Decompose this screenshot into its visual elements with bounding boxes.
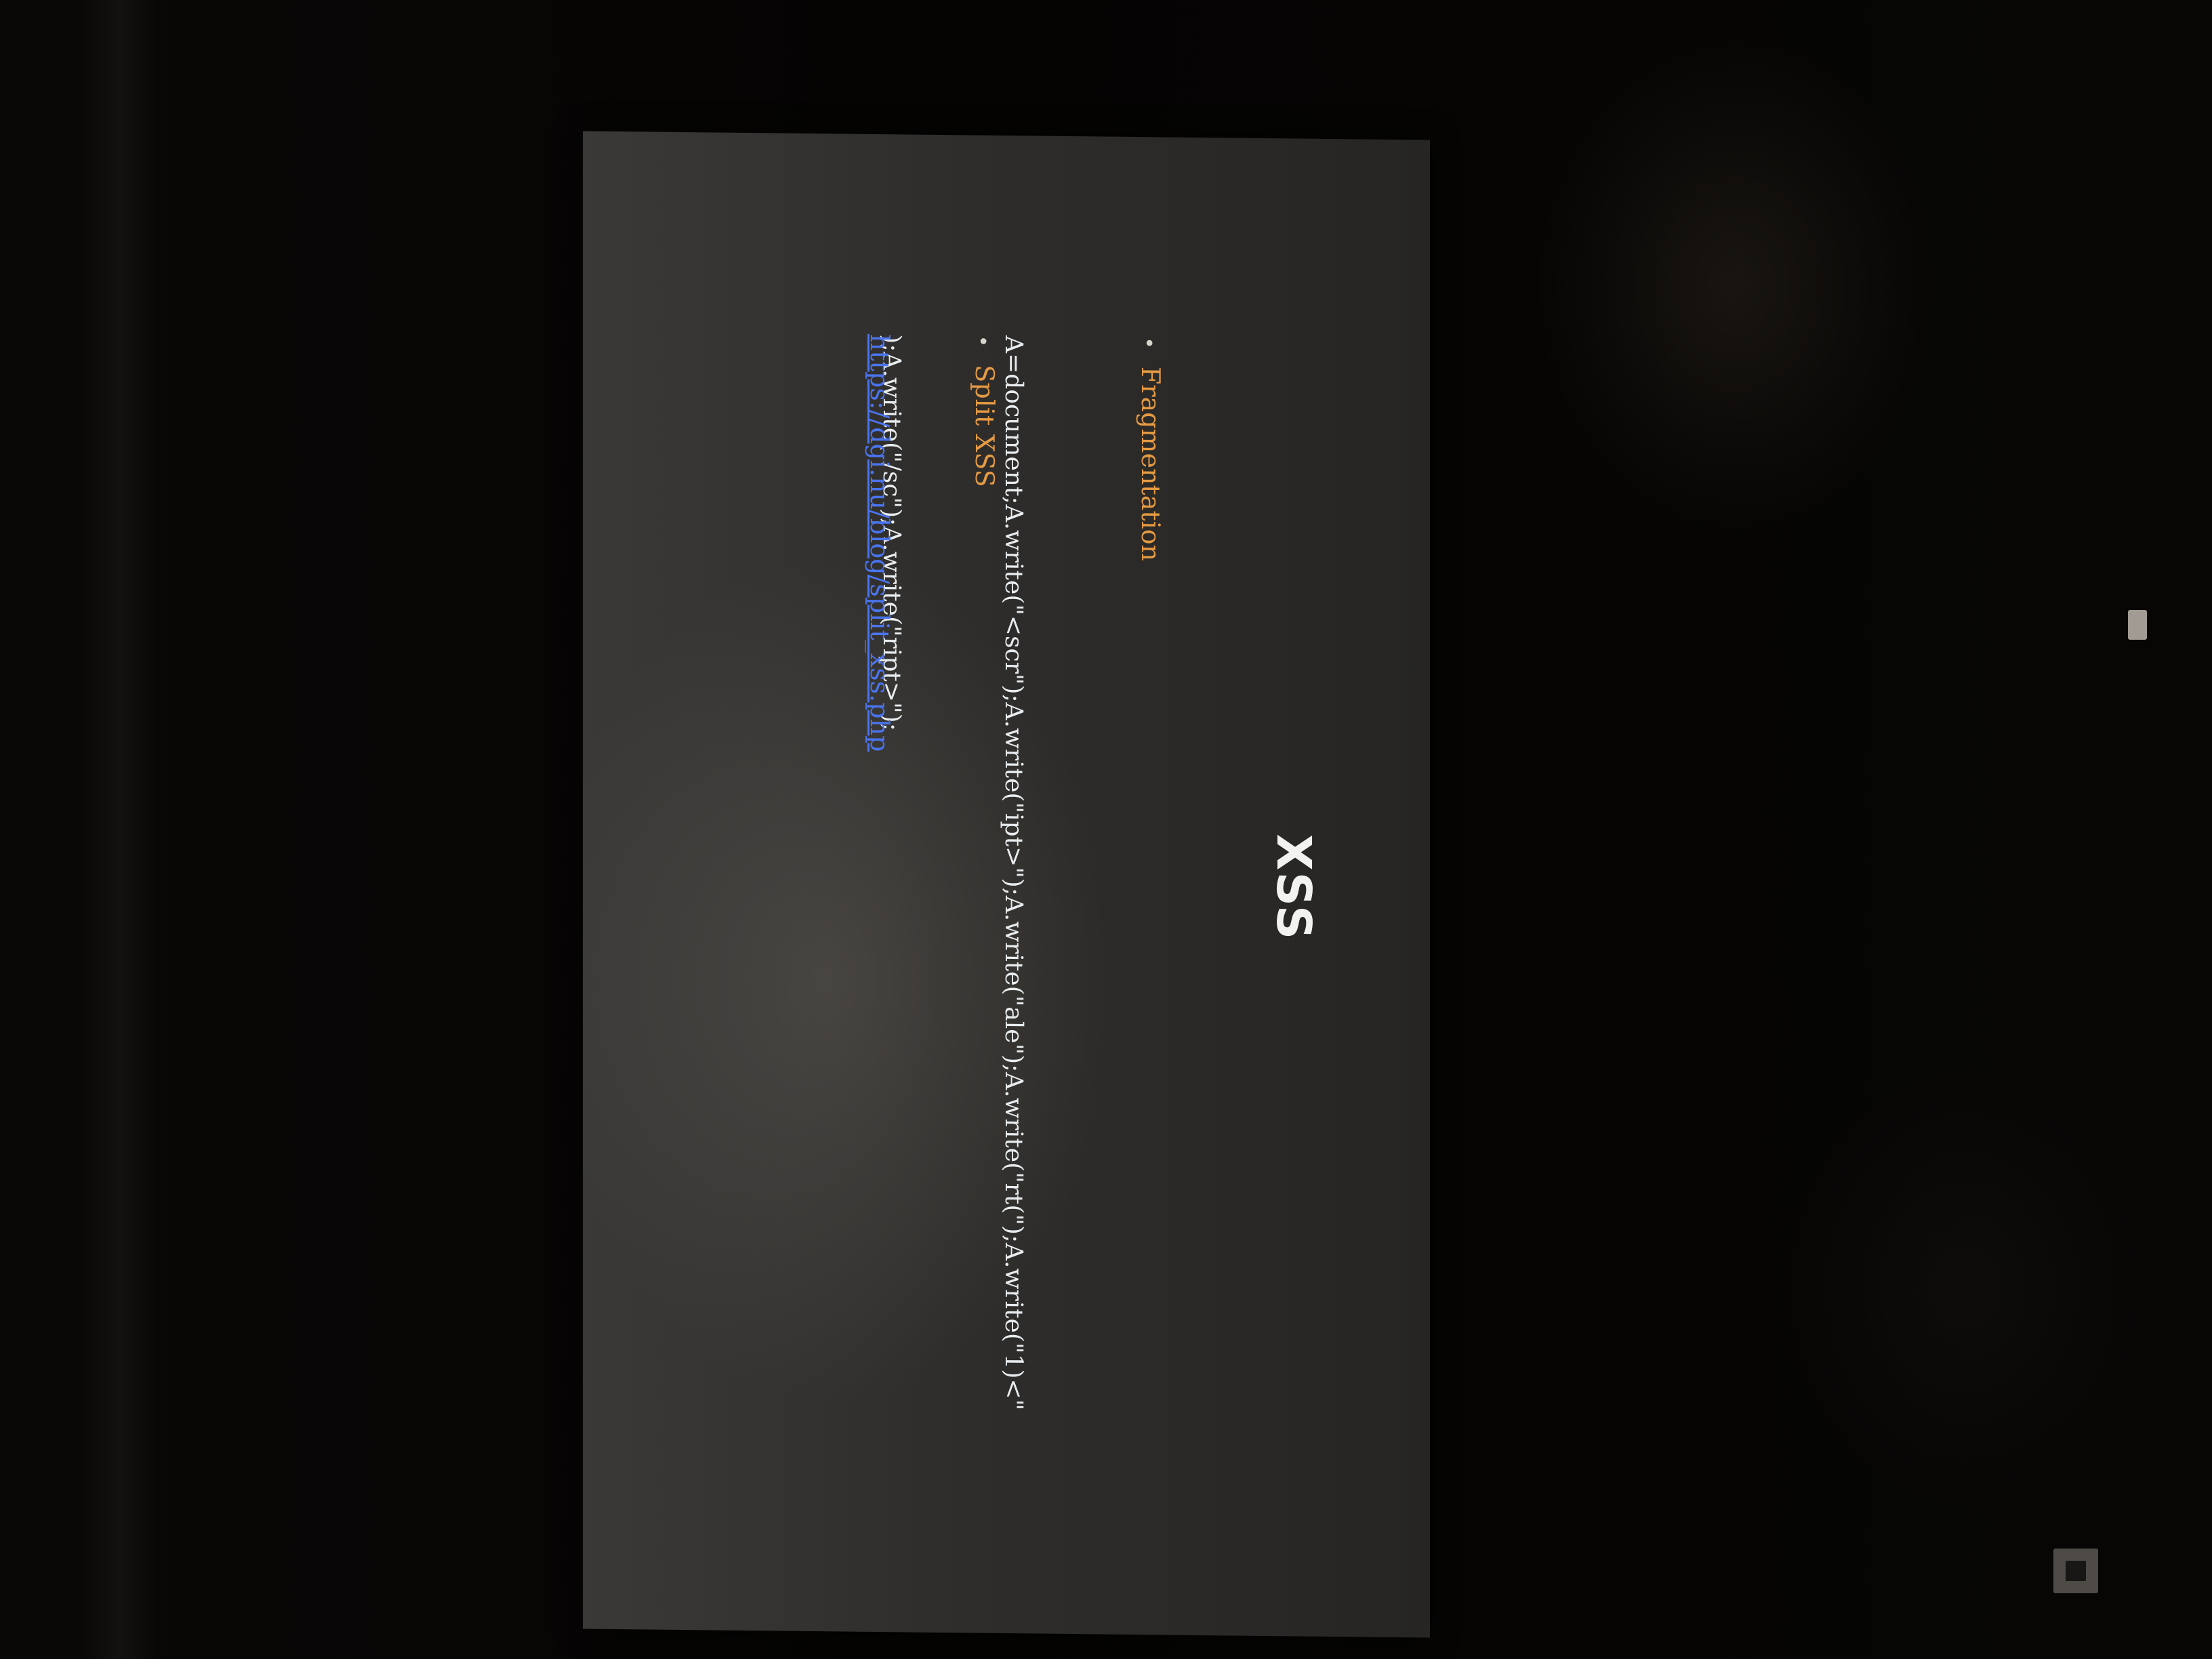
bullet-dot-icon: •: [1136, 337, 1160, 350]
presentation-slide: XSS • Fragmentation A=document;A.write("<…: [620, 162, 1393, 1607]
projection-screen: XSS • Fragmentation A=document;A.write("<…: [583, 131, 1430, 1638]
code-snippet: A=document;A.write("<scr");A.write("ipt>…: [790, 333, 1115, 1591]
photo-scene: XSS • Fragmentation A=document;A.write("<…: [0, 0, 2212, 1659]
reference-link[interactable]: https://dgi.nu/blog/split_xss.php: [865, 334, 895, 752]
bullet-label: Split XSS: [970, 365, 1000, 488]
bullet-dot-icon: •: [970, 335, 994, 348]
wall-outlet: [2053, 1549, 2098, 1593]
bullet-fragmentation: • Fragmentation: [1136, 337, 1166, 561]
bullet-split-xss: • Split XSS: [970, 335, 1000, 487]
bullet-label: Fragmentation: [1136, 366, 1166, 562]
room-wall-edge: [81, 0, 156, 1659]
wall-light: [2128, 610, 2147, 640]
code-line: A=document;A.write("<scr");A.write("ipt>…: [1000, 335, 1027, 1411]
slide-title: XSS: [1266, 834, 1322, 941]
